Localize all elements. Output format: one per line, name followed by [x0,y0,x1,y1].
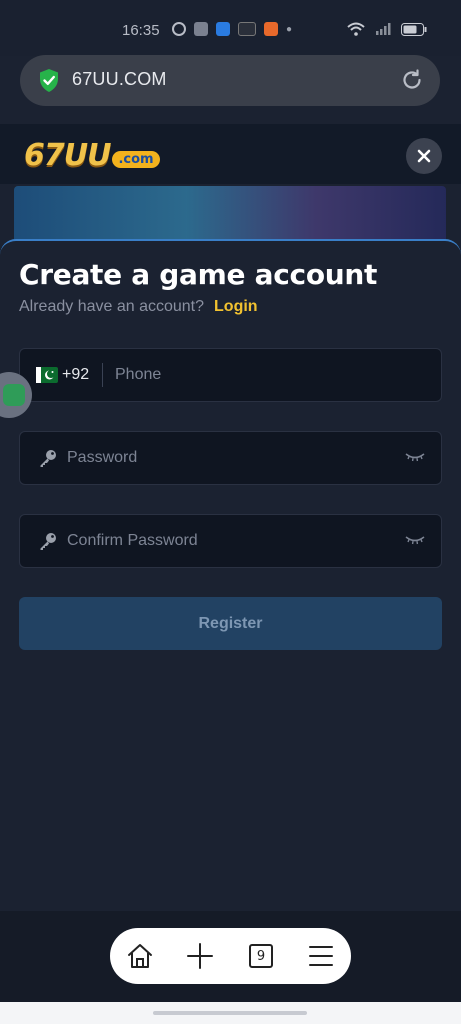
login-link[interactable]: Login [214,298,258,315]
signal-icon [376,23,391,35]
confirm-password-input[interactable] [67,524,387,558]
battery-icon [401,22,427,36]
status-time: 16:35 [122,22,160,39]
confirm-password-field[interactable] [19,514,442,568]
plus-icon [187,943,213,969]
have-account-text: Already have an account? [19,298,205,315]
menu-button[interactable] [291,928,351,984]
key-icon [40,450,56,467]
register-button[interactable]: Register [19,597,442,650]
eye-closed-icon[interactable] [405,534,425,546]
menu-icon [309,946,333,966]
gesture-bar[interactable] [153,1011,307,1015]
close-button[interactable] [406,138,442,174]
eye-closed-icon[interactable] [405,451,425,463]
phone-input[interactable] [115,358,415,392]
tab-count: 9 [249,944,273,968]
whatsapp-icon [172,22,186,36]
home-icon [128,944,152,968]
browser-nav-pill: 9 [110,928,351,984]
url-text[interactable]: 67UU.COM [72,69,167,90]
secure-shield-icon [40,69,58,92]
site-logo[interactable]: 67UU .com [24,137,160,173]
field-divider [102,363,103,387]
address-bar[interactable]: 67UU.COM [20,55,440,106]
country-code[interactable]: +92 [62,366,89,384]
page-title: Create a game account [19,258,378,291]
logo-suffix: .com [112,150,160,168]
logo-text: 67UU [24,137,111,173]
status-bar: 16:35 ● [0,0,461,56]
app-icon [194,22,208,36]
login-prompt: Already have an account? Login [19,298,258,316]
home-button[interactable] [110,928,170,984]
register-sheet [0,239,461,911]
dot-icon: ● [286,23,293,35]
tabs-button[interactable]: 9 [231,928,291,984]
close-icon [417,149,431,163]
chat-icon [3,384,25,406]
system-icons [347,22,427,36]
key-icon [40,533,56,550]
phone-field[interactable]: +92 [19,348,442,402]
wifi-icon [347,22,365,36]
app-orange-icon [264,22,278,36]
reload-icon[interactable] [400,68,424,92]
promo-banner [14,186,446,244]
pakistan-flag-icon[interactable] [36,365,58,385]
password-field[interactable] [19,431,442,485]
new-tab-button[interactable] [170,928,230,984]
app-badge-icon [238,22,256,36]
notification-icons: ● [172,22,292,36]
app-blue-icon [216,22,230,36]
password-input[interactable] [67,441,387,475]
